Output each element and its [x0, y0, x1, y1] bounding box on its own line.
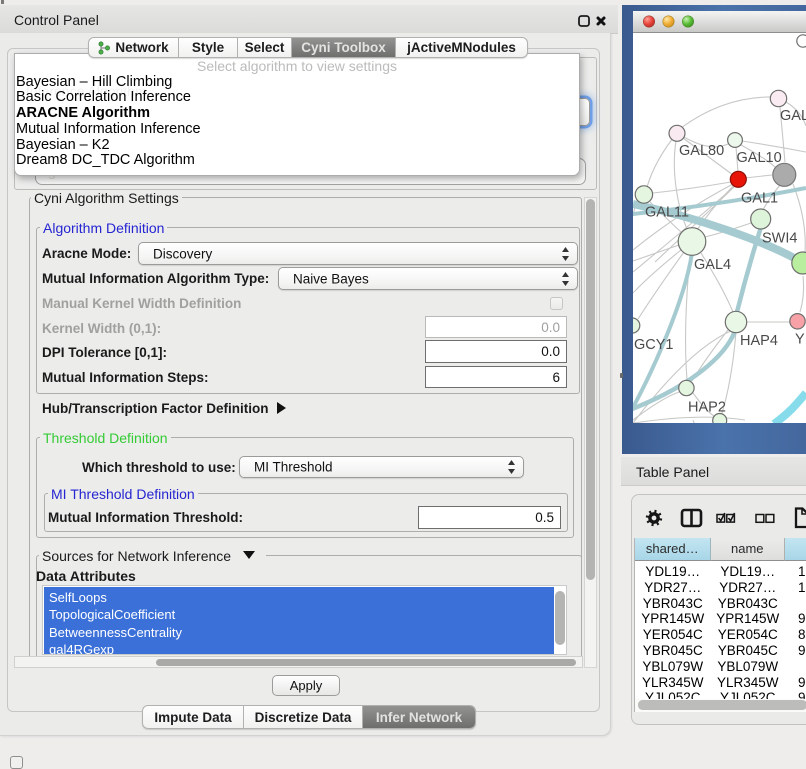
- svg-text:Y: Y: [795, 332, 805, 348]
- svg-text:GAL11: GAL11: [645, 205, 689, 221]
- svg-text:GCY1: GCY1: [634, 337, 674, 353]
- svg-text:HAP2: HAP2: [688, 400, 726, 416]
- svg-text:GAL10: GAL10: [737, 150, 782, 166]
- svg-text:GAL4: GAL4: [694, 257, 731, 273]
- svg-text:SWI4: SWI4: [762, 231, 797, 247]
- svg-text:GAL1: GAL1: [741, 191, 778, 207]
- svg-text:GAL2: GAL2: [780, 108, 806, 124]
- svg-text:HAP4: HAP4: [740, 333, 778, 349]
- svg-text:GAL80: GAL80: [679, 143, 724, 159]
